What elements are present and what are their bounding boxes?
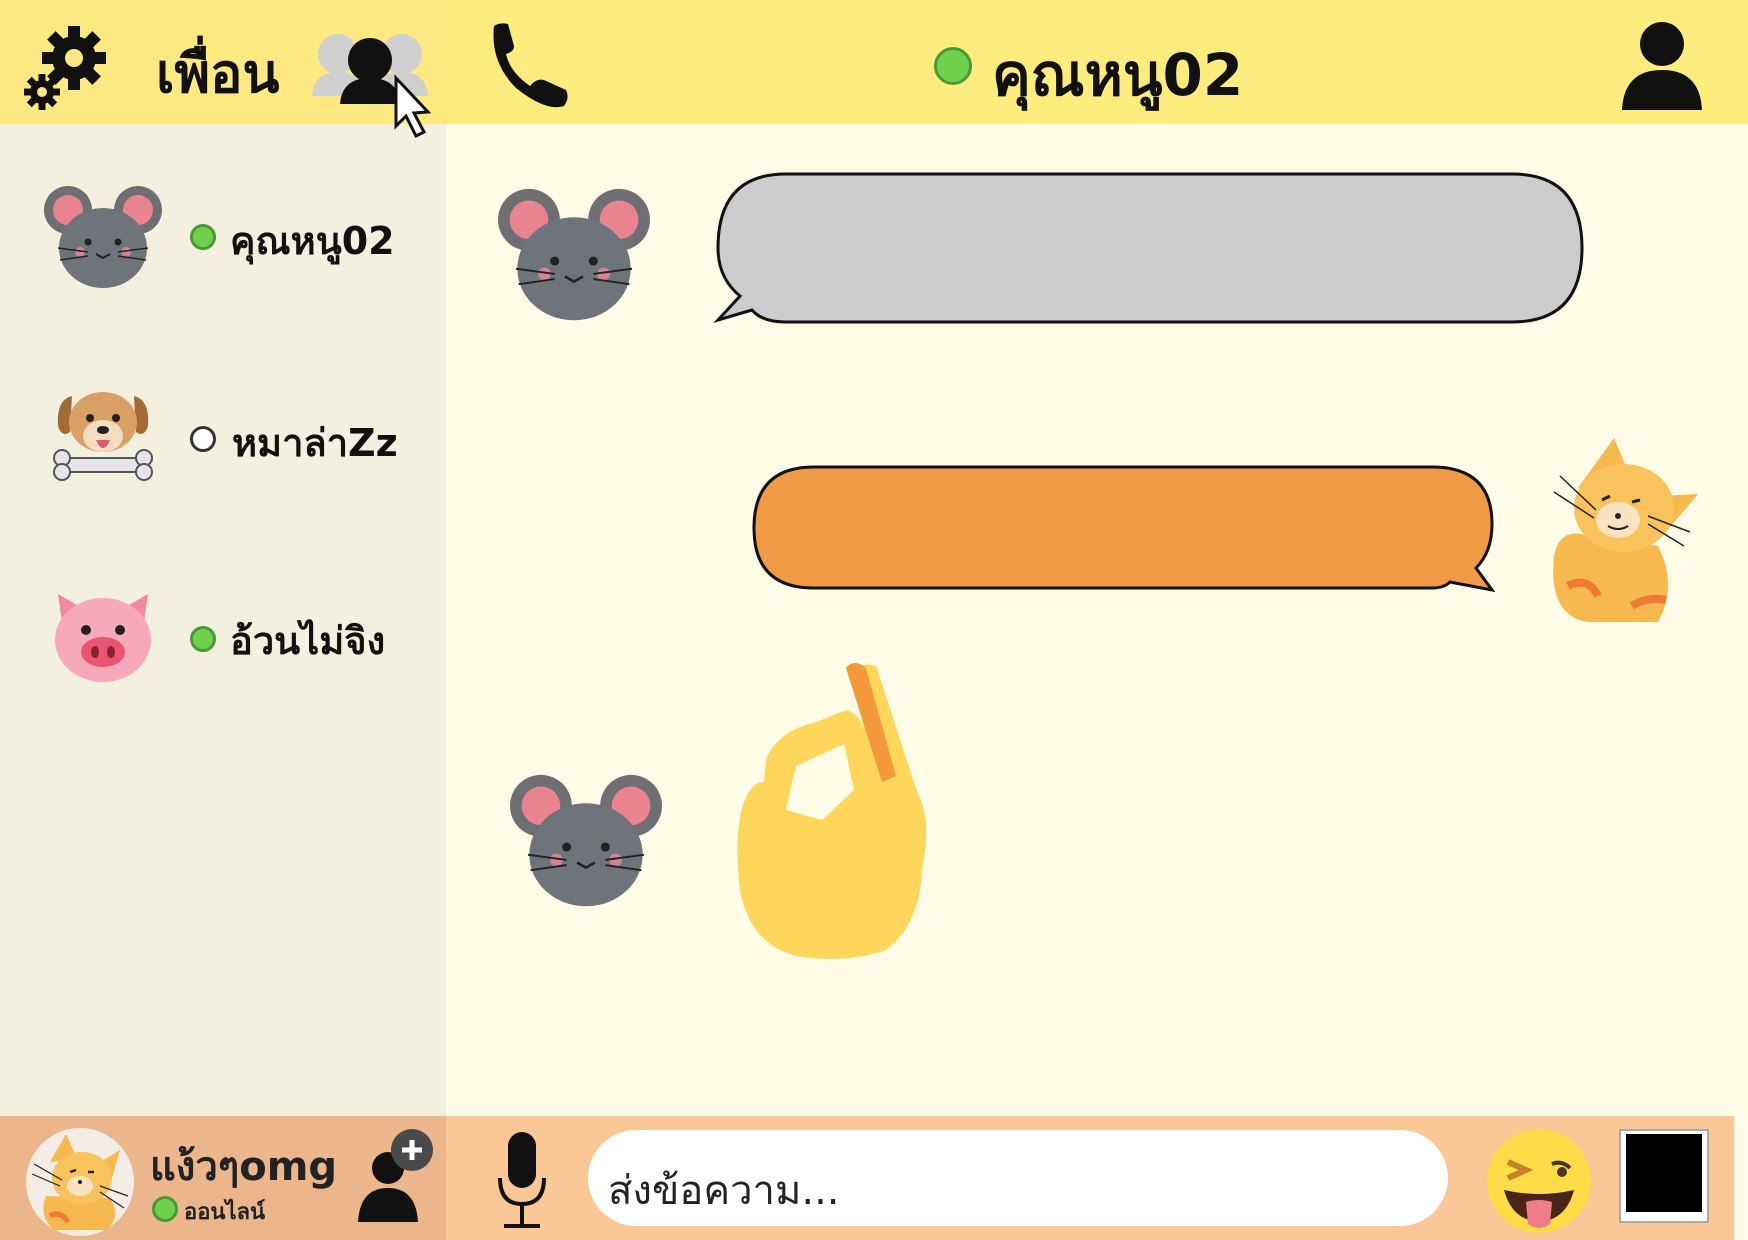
my-avatar[interactable] bbox=[24, 1126, 136, 1238]
microphone-icon[interactable] bbox=[494, 1130, 550, 1230]
friends-group-icon[interactable] bbox=[312, 28, 440, 146]
my-name: แง้วๆomg bbox=[150, 1144, 338, 1190]
friend-item[interactable]: อ้วนไม่จิง bbox=[36, 580, 416, 690]
friends-title: เพื่อน bbox=[156, 42, 280, 105]
image-attach-icon[interactable] bbox=[1618, 1128, 1710, 1224]
friend-status-dot bbox=[190, 426, 216, 452]
chat-status-dot bbox=[934, 47, 972, 85]
friend-name: คุณหนู02 bbox=[230, 219, 395, 263]
ok-hand-sticker[interactable] bbox=[736, 660, 968, 962]
cat-avatar-icon bbox=[1553, 438, 1698, 622]
profile-icon[interactable] bbox=[1620, 20, 1704, 110]
emoji-icon[interactable] bbox=[1486, 1128, 1592, 1234]
mouse-avatar-icon bbox=[498, 188, 650, 321]
footer-edge bbox=[1734, 1116, 1748, 1240]
mouse-avatar-icon bbox=[44, 186, 162, 288]
gear-icon[interactable] bbox=[22, 22, 112, 114]
phone-call-icon[interactable] bbox=[486, 20, 576, 110]
friend-item[interactable]: คุณหนู02 bbox=[36, 170, 416, 290]
dog-avatar-icon bbox=[53, 392, 153, 481]
friend-name: หมาล่าZz bbox=[232, 421, 398, 465]
mouse-avatar-icon bbox=[510, 774, 662, 907]
chat-title: คุณหนู02 bbox=[992, 41, 1244, 109]
my-status-text: ออนไลน์ bbox=[184, 1200, 266, 1225]
pig-avatar-icon bbox=[55, 594, 151, 682]
friend-name: อ้วนไม่จิง bbox=[230, 619, 386, 663]
message-input-placeholder: ส่งข้อความ... bbox=[608, 1168, 840, 1214]
add-friend-icon[interactable] bbox=[354, 1128, 436, 1222]
my-status-dot bbox=[152, 1196, 178, 1222]
outgoing-message-bubble[interactable] bbox=[750, 464, 1498, 594]
incoming-message-bubble[interactable] bbox=[712, 170, 1586, 328]
friend-status-dot bbox=[190, 626, 216, 652]
friend-item[interactable]: หมาล่าZz bbox=[36, 370, 416, 500]
friend-status-dot bbox=[190, 224, 216, 250]
